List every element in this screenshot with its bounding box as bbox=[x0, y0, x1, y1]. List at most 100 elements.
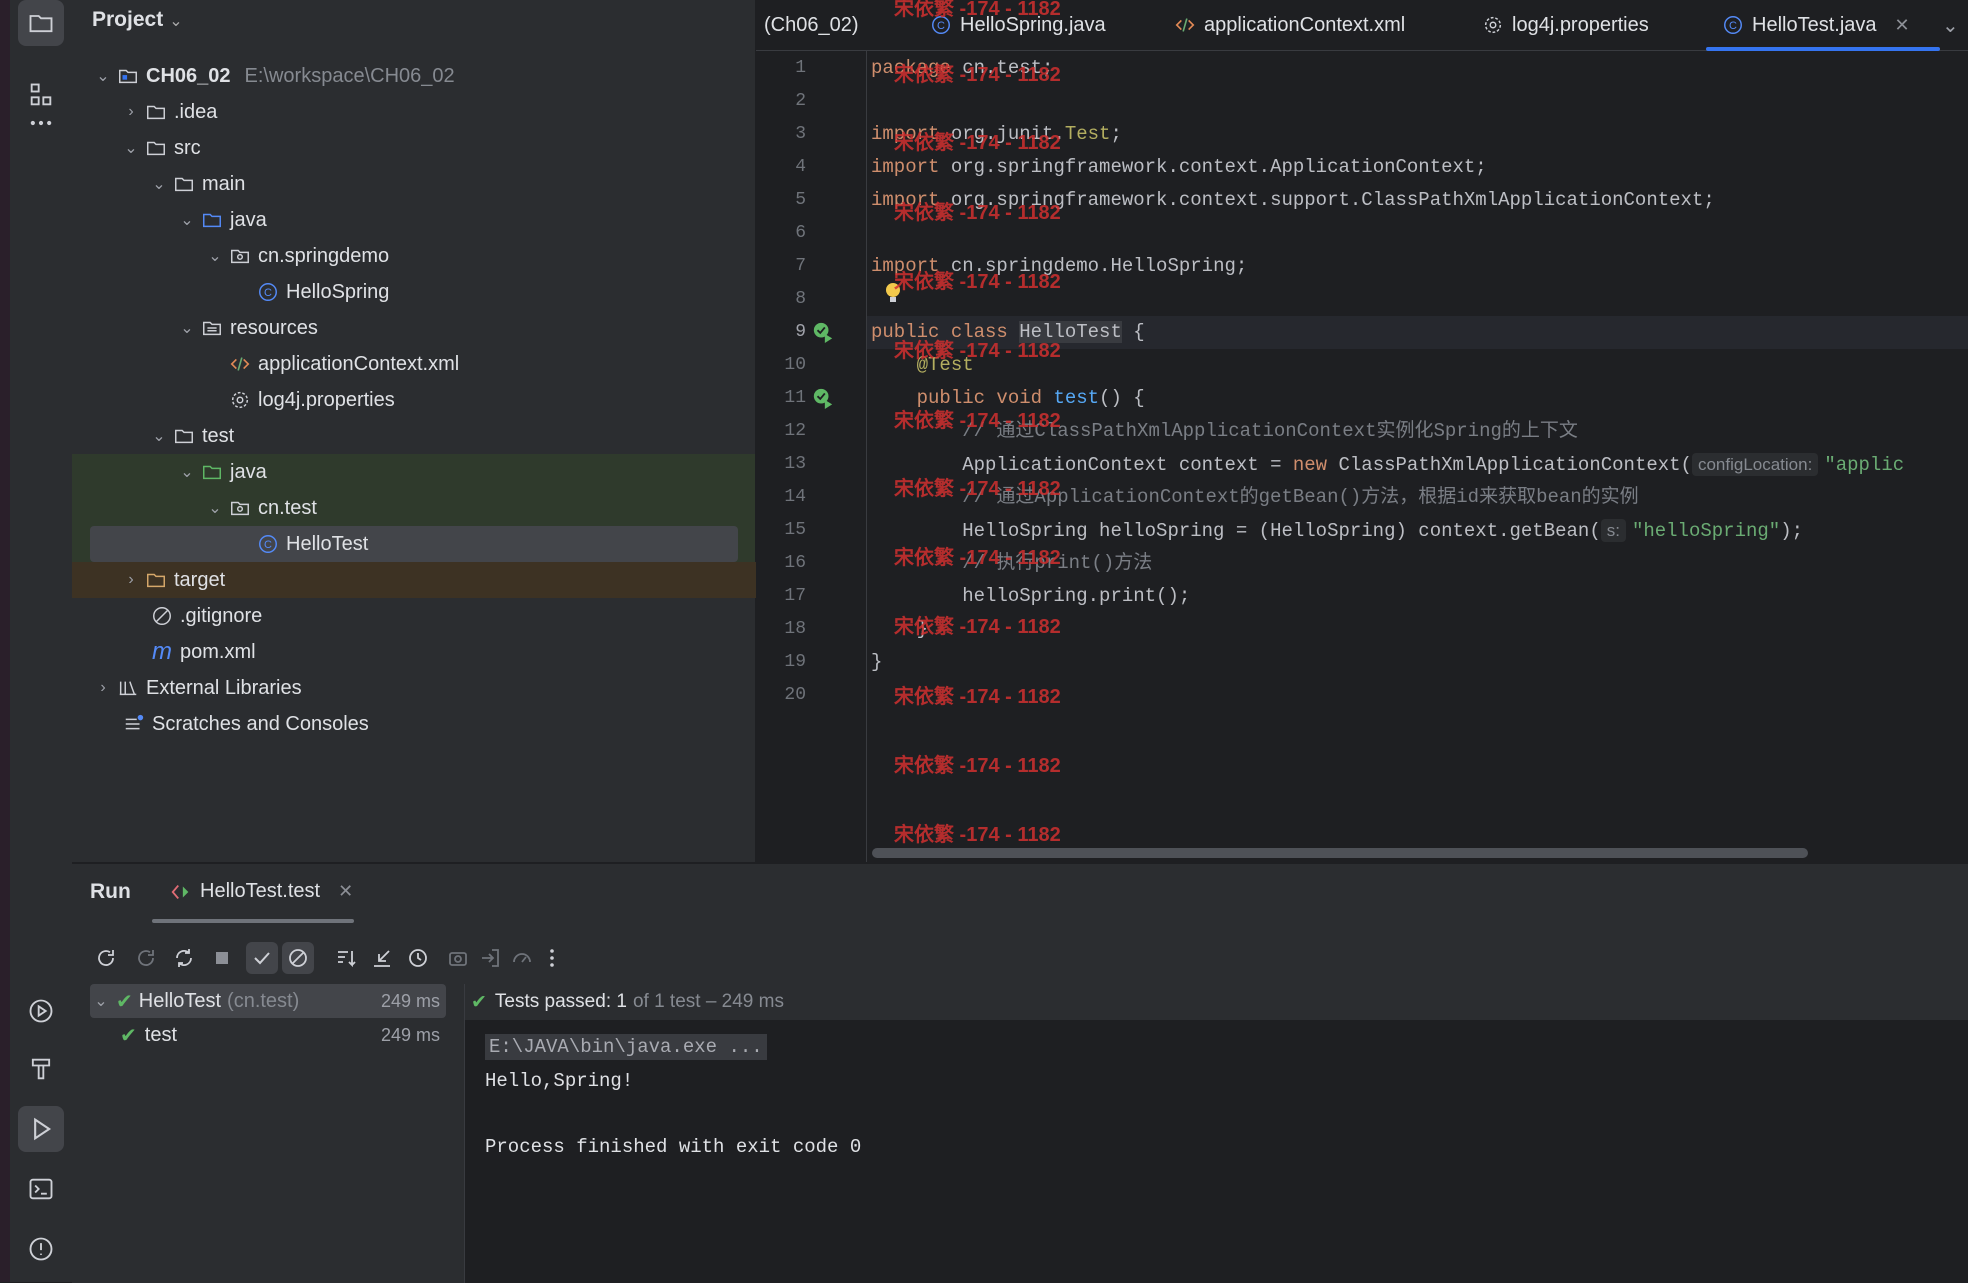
tree-label: HelloSpring bbox=[286, 280, 390, 303]
test-folder-icon bbox=[198, 460, 226, 484]
chevron-down-icon[interactable]: ⌄ bbox=[90, 991, 112, 1011]
tree-item-cn-test[interactable]: ⌄ cn.test bbox=[72, 490, 755, 526]
history-icon[interactable] bbox=[402, 942, 434, 974]
tree-item-java-test[interactable]: ⌄ java bbox=[72, 454, 755, 490]
close-icon[interactable]: ✕ bbox=[338, 881, 353, 902]
test-suite-row[interactable]: ⌄ ✔ HelloTest (cn.test) 249 ms bbox=[90, 984, 446, 1018]
test-case-row[interactable]: ✔ test 249 ms bbox=[90, 1018, 446, 1052]
problems-tool-icon[interactable] bbox=[18, 1226, 64, 1272]
tree-item-main[interactable]: ⌄ main bbox=[72, 166, 831, 202]
chevron-down-icon[interactable]: ⌄ bbox=[120, 138, 142, 158]
chevron-down-icon[interactable]: ⌄ bbox=[176, 462, 198, 482]
coverage-icon[interactable] bbox=[506, 942, 538, 974]
tab-hellotest-java[interactable]: C HelloTest.java ✕ bbox=[1706, 0, 1940, 51]
rerun-icon[interactable] bbox=[90, 942, 122, 974]
chevron-down-icon: ⌄ bbox=[169, 13, 183, 30]
watermark: 宋依繁 -174 - 1182 bbox=[894, 755, 1061, 777]
line-number: 20 bbox=[784, 685, 806, 705]
run-test-icon[interactable] bbox=[812, 321, 834, 343]
run-config-tab[interactable]: HelloTest.test ✕ bbox=[170, 880, 353, 903]
svg-text:C: C bbox=[264, 539, 272, 551]
resources-folder-icon bbox=[198, 316, 226, 340]
close-icon[interactable]: ✕ bbox=[1895, 15, 1910, 36]
tree-label: .idea bbox=[174, 100, 218, 123]
tabs-overflow-chevron-icon[interactable]: ⌄ bbox=[1942, 0, 1959, 50]
tab-applicationcontext-xml[interactable]: applicationContext.xml bbox=[1174, 0, 1405, 50]
chevron-down-icon[interactable]: ⌄ bbox=[204, 498, 226, 518]
toggle-auto-test-icon[interactable] bbox=[168, 942, 200, 974]
project-tool-icon[interactable] bbox=[18, 0, 64, 46]
tree-item-idea[interactable]: › .idea bbox=[72, 94, 803, 130]
line-number: 6 bbox=[795, 223, 806, 243]
tab-label: HelloTest.java bbox=[1752, 13, 1877, 36]
chevron-down-icon[interactable]: ⌄ bbox=[176, 210, 198, 230]
tree-label: .gitignore bbox=[180, 604, 263, 627]
run-tool-icon[interactable] bbox=[18, 1106, 64, 1152]
horizontal-scrollbar[interactable] bbox=[872, 848, 1808, 858]
tree-item-scratches[interactable]: Scratches and Consoles bbox=[72, 706, 803, 742]
tree-label: Scratches and Consoles bbox=[152, 712, 369, 735]
sort-icon[interactable] bbox=[330, 942, 362, 974]
stop-icon[interactable] bbox=[206, 942, 238, 974]
tree-item-hellotest[interactable]: C HelloTest bbox=[90, 526, 738, 562]
console-output-line: Process finished with exit code 0 bbox=[485, 1136, 862, 1158]
chevron-down-icon[interactable]: ⌄ bbox=[92, 66, 114, 86]
chevron-right-icon[interactable]: › bbox=[92, 679, 114, 697]
test-package: (cn.test) bbox=[227, 989, 300, 1012]
svg-text:C: C bbox=[1729, 20, 1737, 32]
chevron-down-icon[interactable]: ⌄ bbox=[148, 426, 170, 446]
class-icon: C bbox=[1722, 14, 1744, 36]
tab-log4j-properties[interactable]: log4j.properties bbox=[1482, 0, 1649, 50]
run-panel-title: Run bbox=[90, 880, 131, 903]
more-options-icon[interactable] bbox=[536, 942, 568, 974]
camera-icon[interactable] bbox=[442, 942, 474, 974]
code-editor[interactable]: package cn.test; import org.junit.Test; … bbox=[867, 51, 1968, 862]
class-icon: C bbox=[254, 280, 282, 304]
services-tool-icon[interactable] bbox=[18, 988, 64, 1034]
tree-item-gitignore[interactable]: .gitignore bbox=[72, 598, 831, 634]
more-tools-icon[interactable] bbox=[18, 100, 64, 146]
collapse-icon[interactable] bbox=[366, 942, 398, 974]
tree-item-test[interactable]: ⌄ test bbox=[72, 418, 831, 454]
chevron-down-icon[interactable]: ⌄ bbox=[204, 246, 226, 266]
scratches-icon bbox=[120, 712, 148, 736]
line-number: 4 bbox=[795, 157, 806, 177]
terminal-tool-icon[interactable] bbox=[18, 1166, 64, 1212]
passed-check-icon: ✔ bbox=[116, 990, 133, 1013]
show-passed-icon[interactable] bbox=[246, 942, 278, 974]
run-test-icon[interactable] bbox=[812, 387, 834, 409]
tree-item-java-main[interactable]: ⌄ java bbox=[72, 202, 859, 238]
tree-label: applicationContext.xml bbox=[258, 352, 460, 375]
watermark: 宋依繁 -174 - 1182 bbox=[894, 64, 1061, 86]
tree-item-target[interactable]: › target bbox=[72, 562, 803, 598]
console-command[interactable]: E:\JAVA\bin\java.exe ... bbox=[485, 1034, 767, 1060]
tree-label: src bbox=[174, 136, 201, 159]
tree-label: External Libraries bbox=[146, 676, 302, 699]
project-panel-title[interactable]: Project ⌄ bbox=[92, 8, 183, 32]
build-tool-icon[interactable] bbox=[18, 1046, 64, 1092]
folder-icon bbox=[142, 568, 170, 592]
passed-check-icon: ✔ bbox=[471, 991, 487, 1013]
line-number: 12 bbox=[784, 421, 806, 441]
chevron-down-icon[interactable]: ⌄ bbox=[148, 174, 170, 194]
tree-item-resources[interactable]: ⌄ resources bbox=[72, 310, 859, 346]
test-name: HelloTest bbox=[138, 989, 222, 1012]
svg-text:C: C bbox=[264, 287, 272, 299]
rerun-failed-icon[interactable] bbox=[130, 942, 162, 974]
console-output[interactable]: ✔ Tests passed: 1 of 1 test – 249 ms E:\… bbox=[465, 984, 1968, 1283]
show-ignored-icon[interactable] bbox=[282, 942, 314, 974]
line-number: 1 bbox=[795, 58, 806, 78]
tab-ch06-02[interactable]: (Ch06_02) bbox=[764, 0, 859, 50]
test-config-icon bbox=[171, 884, 189, 899]
chevron-down-icon[interactable]: ⌄ bbox=[176, 318, 198, 338]
tree-item-src[interactable]: ⌄ src bbox=[72, 130, 803, 166]
chevron-right-icon[interactable]: › bbox=[120, 103, 142, 121]
tree-item-pom-xml[interactable]: m pom.xml bbox=[72, 634, 831, 670]
tree-item-ch06_02[interactable]: ⌄ CH06_02 E:\workspace\CH06_02 bbox=[72, 58, 775, 94]
import-icon[interactable] bbox=[474, 942, 506, 974]
line-number: 2 bbox=[795, 91, 806, 111]
left-edge-strip bbox=[0, 0, 10, 1282]
tree-item-external-libraries[interactable]: › External Libraries bbox=[72, 670, 775, 706]
watermark: 宋依繁 -174 - 1182 bbox=[894, 410, 1061, 432]
chevron-right-icon[interactable]: › bbox=[120, 571, 142, 589]
